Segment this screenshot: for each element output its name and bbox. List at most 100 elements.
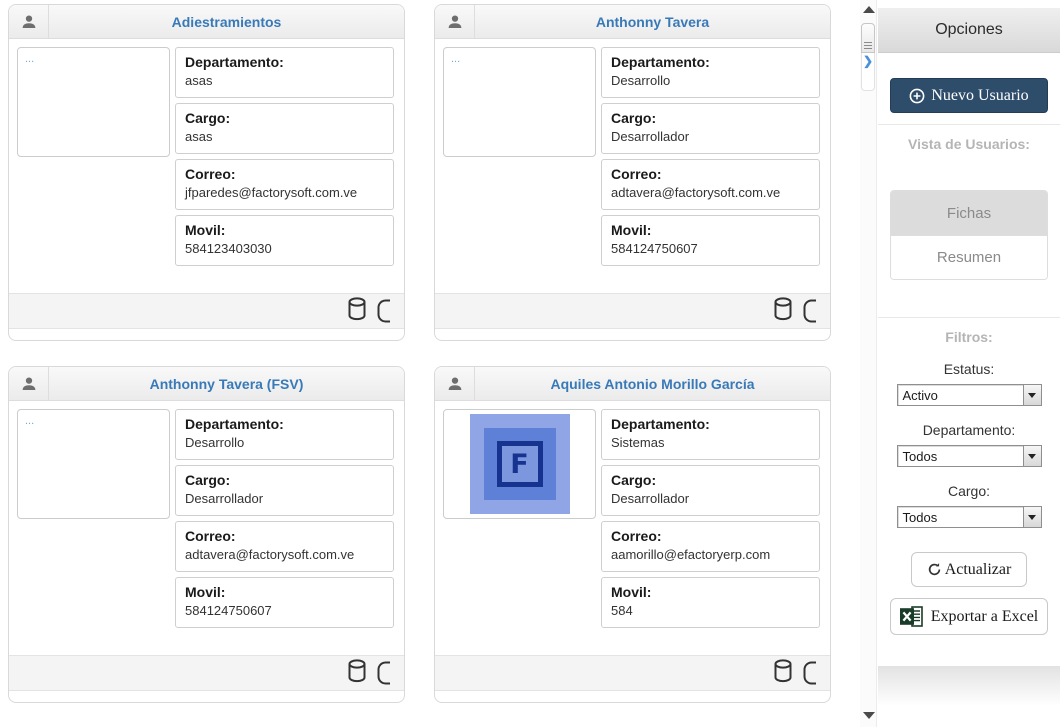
field-correo: Correo: jfparedes@factorysoft.com.ve — [175, 159, 394, 210]
field-departamento: Departamento: Desarrollo — [175, 409, 394, 460]
vertical-scrollbar[interactable]: ❯ — [860, 0, 877, 727]
grip-line — [864, 48, 872, 49]
export-excel-button[interactable]: Exportar a Excel — [890, 598, 1048, 635]
field-correo: Correo: adtavera@factorysoft.com.ve — [601, 159, 820, 210]
field-list: Departamento: Sistemas Cargo: Desarrolla… — [601, 409, 820, 628]
photo-placeholder: ... — [451, 53, 460, 65]
factorysoft-logo: F — [470, 414, 570, 514]
field-cargo: Cargo: Desarrollador — [175, 465, 394, 516]
user-name[interactable]: Aquiles Antonio Morillo García — [475, 367, 830, 400]
dropdown-arrow-icon[interactable] — [1023, 446, 1041, 466]
export-label: Exportar a Excel — [931, 608, 1039, 626]
logo-mid-square: F — [484, 428, 556, 500]
options-panel: Opciones Nuevo Usuario Vista de Usuarios… — [878, 8, 1060, 666]
database-icon[interactable] — [773, 297, 793, 326]
excel-icon — [900, 606, 924, 627]
refresh-icon — [927, 562, 942, 577]
new-user-button[interactable]: Nuevo Usuario — [890, 78, 1048, 113]
estatus-value: Activo — [898, 388, 1023, 403]
photo-placeholder: ... — [25, 53, 34, 65]
database-icon[interactable] — [347, 297, 367, 326]
card-header: Anthonny Tavera (FSV) — [9, 367, 404, 401]
field-movil: Movil: 584 — [601, 577, 820, 628]
refresh-label: Actualizar — [945, 561, 1012, 579]
view-section-label: Vista de Usuarios: — [878, 125, 1060, 152]
filters-section-label: Filtros: — [878, 318, 1060, 345]
refresh-button[interactable]: Actualizar — [911, 552, 1027, 587]
user-photo[interactable]: ... — [17, 409, 170, 519]
phone-icon[interactable] — [377, 299, 390, 323]
phone-icon[interactable] — [803, 299, 816, 323]
scroll-down-arrow-icon[interactable] — [863, 712, 875, 719]
card-footer — [9, 655, 404, 691]
field-cargo: Cargo: Desarrollador — [601, 465, 820, 516]
departamento-label: Departamento: — [878, 422, 1060, 438]
grip-line — [864, 42, 872, 43]
estatus-select[interactable]: Activo — [897, 384, 1042, 406]
card-body: ... Departamento: asas Cargo: asas Corre… — [9, 39, 404, 274]
field-departamento: Departamento: Desarrollo — [601, 47, 820, 98]
departamento-select[interactable]: Todos — [897, 445, 1042, 467]
field-cargo: Cargo: Desarrollador — [601, 103, 820, 154]
cargo-value: Todos — [898, 510, 1023, 525]
person-icon — [9, 367, 49, 400]
person-icon — [9, 5, 49, 38]
user-card: Anthonny Tavera ... Departamento: Desarr… — [434, 4, 831, 341]
estatus-label: Estatus: — [878, 361, 1060, 377]
field-departamento: Departamento: Sistemas — [601, 409, 820, 460]
field-list: Departamento: Desarrollo Cargo: Desarrol… — [175, 409, 394, 628]
card-body: F Departamento: Sistemas Cargo: Desarrol… — [435, 401, 830, 636]
user-card: Anthonny Tavera (FSV) ... Departamento: … — [8, 366, 405, 703]
view-resumen-button[interactable]: Resumen — [891, 235, 1047, 279]
view-fichas-button[interactable]: Fichas — [891, 191, 1047, 235]
user-name[interactable]: Adiestramientos — [49, 5, 404, 38]
panel-collapse-handle[interactable]: ❯ — [861, 53, 875, 91]
scrollbar-thumb[interactable] — [861, 23, 875, 53]
user-photo[interactable]: ... — [443, 47, 596, 157]
card-footer — [435, 655, 830, 691]
cargo-label: Cargo: — [878, 483, 1060, 499]
card-header: Adiestramientos — [9, 5, 404, 39]
card-header: Anthonny Tavera — [435, 5, 830, 39]
card-header: Aquiles Antonio Morillo García — [435, 367, 830, 401]
database-icon[interactable] — [773, 659, 793, 688]
view-toggle-group: Fichas Resumen — [890, 190, 1048, 280]
photo-placeholder: ... — [25, 415, 34, 427]
field-cargo: Cargo: asas — [175, 103, 394, 154]
user-photo[interactable]: F — [443, 409, 596, 519]
field-correo: Correo: aamorillo@efactoryerp.com — [601, 521, 820, 572]
panel-bottom-fade — [878, 666, 1060, 706]
database-icon[interactable] — [347, 659, 367, 688]
dropdown-arrow-icon[interactable] — [1023, 385, 1041, 405]
user-cards-grid: Adiestramientos ... Departamento: asas C… — [8, 4, 831, 703]
field-movil: Movil: 584124750607 — [175, 577, 394, 628]
chevron-right-icon: ❯ — [862, 53, 874, 69]
dropdown-arrow-icon[interactable] — [1023, 507, 1041, 527]
user-card: Aquiles Antonio Morillo García F Departa… — [434, 366, 831, 703]
logo-letter: F — [497, 441, 543, 487]
departamento-value: Todos — [898, 449, 1023, 464]
user-photo[interactable]: ... — [17, 47, 170, 157]
field-list: Departamento: Desarrollo Cargo: Desarrol… — [601, 47, 820, 266]
user-name[interactable]: Anthonny Tavera — [475, 5, 830, 38]
person-icon — [435, 367, 475, 400]
field-departamento: Departamento: asas — [175, 47, 394, 98]
field-list: Departamento: asas Cargo: asas Correo: j… — [175, 47, 394, 266]
person-icon — [435, 5, 475, 38]
plus-circle-icon — [909, 88, 925, 104]
users-page: Adiestramientos ... Departamento: asas C… — [0, 0, 1060, 727]
card-footer — [435, 293, 830, 329]
panel-title: Opciones — [878, 8, 1060, 53]
phone-icon[interactable] — [803, 661, 816, 685]
phone-icon[interactable] — [377, 661, 390, 685]
new-user-label: Nuevo Usuario — [931, 87, 1028, 105]
field-movil: Movil: 584124750607 — [601, 215, 820, 266]
field-movil: Movil: 584123403030 — [175, 215, 394, 266]
user-name[interactable]: Anthonny Tavera (FSV) — [49, 367, 404, 400]
user-card: Adiestramientos ... Departamento: asas C… — [8, 4, 405, 341]
card-body: ... Departamento: Desarrollo Cargo: Desa… — [435, 39, 830, 274]
cargo-select[interactable]: Todos — [897, 506, 1042, 528]
card-body: ... Departamento: Desarrollo Cargo: Desa… — [9, 401, 404, 636]
scroll-up-arrow-icon[interactable] — [863, 6, 875, 13]
grip-line — [864, 45, 872, 46]
